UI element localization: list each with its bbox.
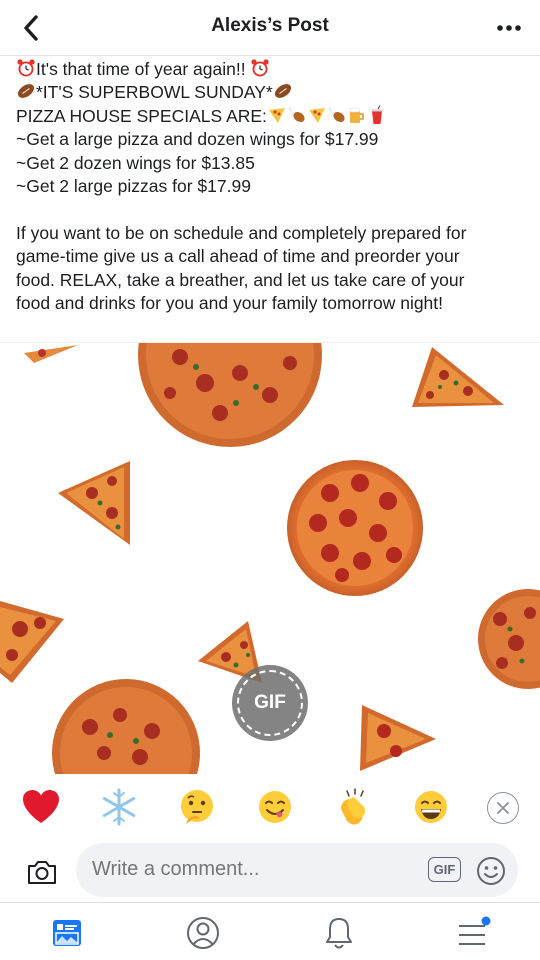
close-icon: [497, 802, 509, 814]
reaction-bar: [0, 774, 540, 840]
reaction-clap[interactable]: [332, 786, 374, 828]
pizza-slice-icon: [268, 107, 285, 123]
close-reactions-button[interactable]: [487, 792, 519, 824]
grinning-face-icon: [415, 791, 447, 823]
menu-icon: [459, 916, 491, 945]
reaction-heart[interactable]: [20, 786, 62, 828]
more-dots-icon: [497, 25, 521, 31]
gif-picker-button[interactable]: GIF: [428, 857, 461, 882]
heart-icon: [23, 790, 59, 823]
sticker-button[interactable]: [475, 855, 506, 886]
paragraph-line: If you want to be on schedule and comple…: [16, 222, 467, 243]
tab-news-feed[interactable]: [47, 913, 87, 953]
reaction-snowflake[interactable]: [98, 786, 140, 828]
post-line-3: PIZZA HOUSE SPECIALS ARE:: [16, 104, 526, 128]
special-item: ~Get a large pizza and dozen wings for $…: [16, 129, 379, 150]
tab-notifications[interactable]: [319, 913, 359, 953]
thinking-face-icon: [181, 790, 213, 824]
post-header: Alexis’s Post: [0, 0, 540, 56]
gif-play-badge[interactable]: GIF: [232, 665, 308, 741]
chicken-wing-icon: [287, 106, 305, 122]
smiley-icon: [476, 856, 505, 885]
comment-box[interactable]: GIF: [76, 843, 518, 897]
news-feed-icon: [53, 920, 81, 946]
notifications-icon: [326, 918, 352, 949]
post-paragraph: If you want to be on schedule and comple…: [16, 222, 526, 316]
chicken-wing-icon: [327, 106, 345, 122]
yum-face-icon: [259, 791, 291, 823]
gif-badge-label: GIF: [254, 692, 286, 713]
profile-icon: [187, 917, 219, 949]
page-title: Alexis’s Post: [211, 15, 329, 36]
comment-composer: GIF: [0, 842, 540, 900]
football-icon: [17, 84, 35, 99]
paragraph-line: game-time give us a call ahead of time a…: [16, 246, 460, 267]
pizza-slice-icon: [308, 107, 325, 123]
clapping-hands-icon: [341, 788, 366, 825]
tab-menu[interactable]: [453, 913, 493, 953]
snowflake-icon: [102, 788, 136, 826]
alarm-clock-icon: [17, 59, 35, 77]
post-line-1-text: It's that time of year again!!: [36, 59, 246, 79]
reaction-thinking[interactable]: [176, 786, 218, 828]
comment-input[interactable]: [92, 858, 412, 881]
paragraph-line: food and drinks for you and your family …: [16, 292, 444, 313]
camera-button[interactable]: [22, 852, 62, 892]
post-line-2: *IT'S SUPERBOWL SUNDAY*: [16, 81, 526, 104]
post-line-3-text: PIZZA HOUSE SPECIALS ARE:: [16, 105, 267, 126]
bottom-tab-bar: [0, 902, 540, 960]
post-body: It's that time of year again!! *IT'S SUP…: [16, 58, 526, 315]
tab-profile[interactable]: [183, 913, 223, 953]
post-line-2-text: *IT'S SUPERBOWL SUNDAY*: [36, 82, 273, 103]
gif-attachment[interactable]: GIF: [0, 342, 540, 774]
soda-cup-icon: [371, 104, 383, 124]
special-item: ~Get 2 dozen wings for $13.85: [16, 152, 255, 173]
reaction-grin[interactable]: [410, 786, 452, 828]
beer-mug-icon: [349, 107, 364, 123]
paragraph-line: food. RELAX, take a breather, and let us…: [16, 269, 465, 290]
reaction-yum[interactable]: [254, 786, 296, 828]
camera-icon: [28, 861, 56, 884]
alarm-clock-icon: [251, 59, 270, 77]
gif-picker-label: GIF: [433, 862, 456, 877]
football-icon: [274, 84, 291, 99]
more-options-button[interactable]: [494, 17, 524, 39]
special-item: ~Get 2 large pizzas for $17.99: [16, 175, 251, 196]
post-line-1: It's that time of year again!!: [16, 58, 526, 81]
